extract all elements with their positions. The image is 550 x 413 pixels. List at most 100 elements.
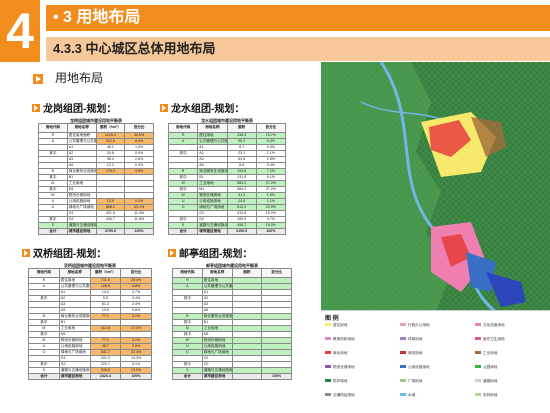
table-header-cell: 百分比	[120, 268, 152, 278]
legend-title: 图 例	[325, 316, 339, 322]
play-icon	[22, 249, 30, 257]
table-header-cell: 用地名称	[58, 268, 91, 278]
legend-swatch	[400, 393, 406, 396]
table-header-cell: 面积（hm²）	[95, 123, 126, 133]
group-title-text: 龙水组团-规划：	[171, 104, 245, 115]
legend-label: 教育科研用地	[333, 337, 355, 341]
legend-swatch	[475, 351, 481, 354]
legend-swatch	[475, 393, 481, 396]
group-title-longshui: 龙水组团-规划：	[160, 104, 244, 116]
group-title-text: 龙岗组团-规划：	[43, 104, 117, 115]
land-table: 用地代码用地名称面积百分比R居住用地A公共管理与公共服务设施用地A1其中A2A3…	[172, 268, 292, 380]
table-header-cell: 百分比	[255, 123, 287, 133]
table-cell: 100%	[261, 373, 292, 380]
legend-item: 体育用地	[400, 337, 422, 341]
legend-label: 商业用地	[333, 351, 348, 355]
table-header-cell: 用地代码	[38, 123, 68, 133]
play-icon	[32, 104, 40, 112]
table-cell: 3705.0	[95, 228, 126, 235]
table-row: 合计 城市建设用地 2420.4 100%	[28, 373, 152, 380]
table-header-cell: 用地代码	[28, 268, 60, 278]
legend-label: 水域	[408, 393, 416, 397]
play-icon	[160, 104, 168, 112]
table-cell	[231, 373, 263, 380]
table-cell: 合计	[172, 373, 203, 380]
legend-swatch	[475, 323, 481, 326]
table-cell: 合计	[167, 228, 199, 235]
play-icon	[33, 74, 43, 84]
table-header-cell: 用地名称	[201, 268, 233, 278]
table-header-cell: 面积（hm²）	[89, 268, 122, 278]
table-cell: 2150.5	[226, 228, 257, 235]
legend-item: 农林用地	[475, 393, 497, 397]
group-title-youting: 邮亭组团-规划：	[168, 249, 252, 261]
table-header-row: 用地代码 用地名称 面积（hm²） 百分比	[28, 268, 152, 278]
legend-swatch	[325, 393, 331, 396]
chapter-title: • 3 用地布局	[53, 9, 141, 26]
legend-swatch	[400, 379, 406, 382]
table-row: 合计 城市建设用地 3705.0 100%	[38, 228, 154, 235]
legend-label: 道路用地	[483, 379, 498, 383]
table-header-cell: 百分比	[124, 123, 154, 133]
legend-label: 物流仓储用地	[333, 365, 355, 369]
table-cell: 100%	[120, 373, 152, 380]
legend-label: 农林用地	[483, 393, 498, 397]
legend-item: 公园绿地	[475, 365, 497, 369]
legend-item: 防护绿地	[325, 379, 347, 383]
play-icon	[168, 249, 176, 257]
table-header-cell: 用地代码	[172, 268, 203, 278]
table-cell: 城市建设用地	[201, 373, 233, 380]
land-balance-table-longgang: 龙岗组团城市建设用地平衡表 用地代码 用地名称 面积（hm²） 百分比 R 居住用地面积 1…	[38, 118, 154, 240]
table-header-cell: 用地名称	[197, 123, 228, 133]
map-legend: 图 例 居住用地 行政办公用地 文化设施用地 教育科研用地 体育用地 医疗卫生用地 商业用地…	[321, 310, 550, 413]
legend-item: 商务用地	[400, 351, 422, 355]
table-cell: 城市建设用地	[197, 228, 228, 235]
legend-item: 公用设施用地	[400, 365, 430, 369]
land-balance-table-longshui: 龙水组团城市建设用地平衡表 用地代码 用地名称 面积 百分比 R 居住用地 338.4 15.…	[167, 118, 287, 240]
legend-label: 防护绿地	[333, 379, 348, 383]
land-table: 用地代码 用地名称 面积（hm²） 百分比 R 居住用地面积 1215.4 30.5% A 公共管…	[38, 123, 154, 235]
group-title-longgang: 龙岗组团-规划：	[32, 104, 116, 116]
legend-label: 交通场站用地	[333, 393, 355, 397]
table-header-row: 用地代码 用地名称 面积 百分比	[167, 123, 287, 133]
land-balance-table-shuangqiao: 双桥组团城市建设用地平衡表 用地代码 用地名称 面积（hm²） 百分比 R 居住用地 711…	[28, 263, 152, 403]
land-table: 用地代码 用地名称 面积（hm²） 百分比 R 居住用地 711.5 29.4% A 公共管理与公…	[28, 268, 152, 380]
legend-swatch	[400, 337, 406, 340]
legend-label: 工业用地	[483, 351, 498, 355]
table-cell: 合计	[38, 228, 68, 235]
legend-item: 商业用地	[325, 351, 347, 355]
legend-item: 道路用地	[475, 379, 497, 383]
legend-item: 广场用地	[400, 379, 422, 383]
legend-swatch	[400, 365, 406, 368]
group-title-text: 邮亭组团-规划：	[179, 249, 253, 260]
legend-label: 广场用地	[408, 379, 423, 383]
chapter-number: 4	[0, 0, 40, 62]
table-cell: 100%	[124, 228, 154, 235]
legend-label: 公园绿地	[483, 365, 498, 369]
legend-label: 商务用地	[408, 351, 423, 355]
legend-swatch	[400, 323, 406, 326]
land-table: 用地代码用地名称面积百分比R居住用地338.415.7%A公共管理与公共服务设施…	[167, 123, 287, 235]
legend-item: 居住用地	[325, 323, 347, 327]
legend-label: 行政办公用地	[408, 323, 430, 327]
legend-label: 居住用地	[333, 323, 348, 327]
legend-swatch	[475, 379, 481, 382]
legend-item: 物流仓储用地	[325, 365, 355, 369]
legend-swatch	[475, 337, 481, 340]
legend-swatch	[325, 365, 331, 368]
table-row: 合计 城市建设用地 100%	[172, 373, 292, 380]
table-header-cell: 百分比	[261, 268, 292, 278]
table-header-row: 用地代码 用地名称 面积（hm²） 百分比	[38, 123, 154, 133]
legend-swatch	[475, 365, 481, 368]
land-balance-table-youting: 邮亭组团城市建设用地平衡表 用地代码 用地名称 面积 百分比 R 居住用地 A 公共管理与公共…	[172, 263, 292, 403]
table-header-row: 用地代码 用地名称 面积 百分比	[172, 268, 292, 278]
legend-label: 公用设施用地	[408, 365, 430, 369]
table-cell: 100%	[255, 228, 287, 235]
table-header-cell: 面积	[231, 268, 263, 278]
legend-item: 医疗卫生用地	[475, 337, 505, 341]
legend-item: 水域	[400, 393, 415, 397]
legend-swatch	[325, 351, 331, 354]
table-cell: 合计	[28, 373, 60, 380]
subsection-title: 用地布局	[55, 71, 104, 85]
legend-swatch	[325, 337, 331, 340]
